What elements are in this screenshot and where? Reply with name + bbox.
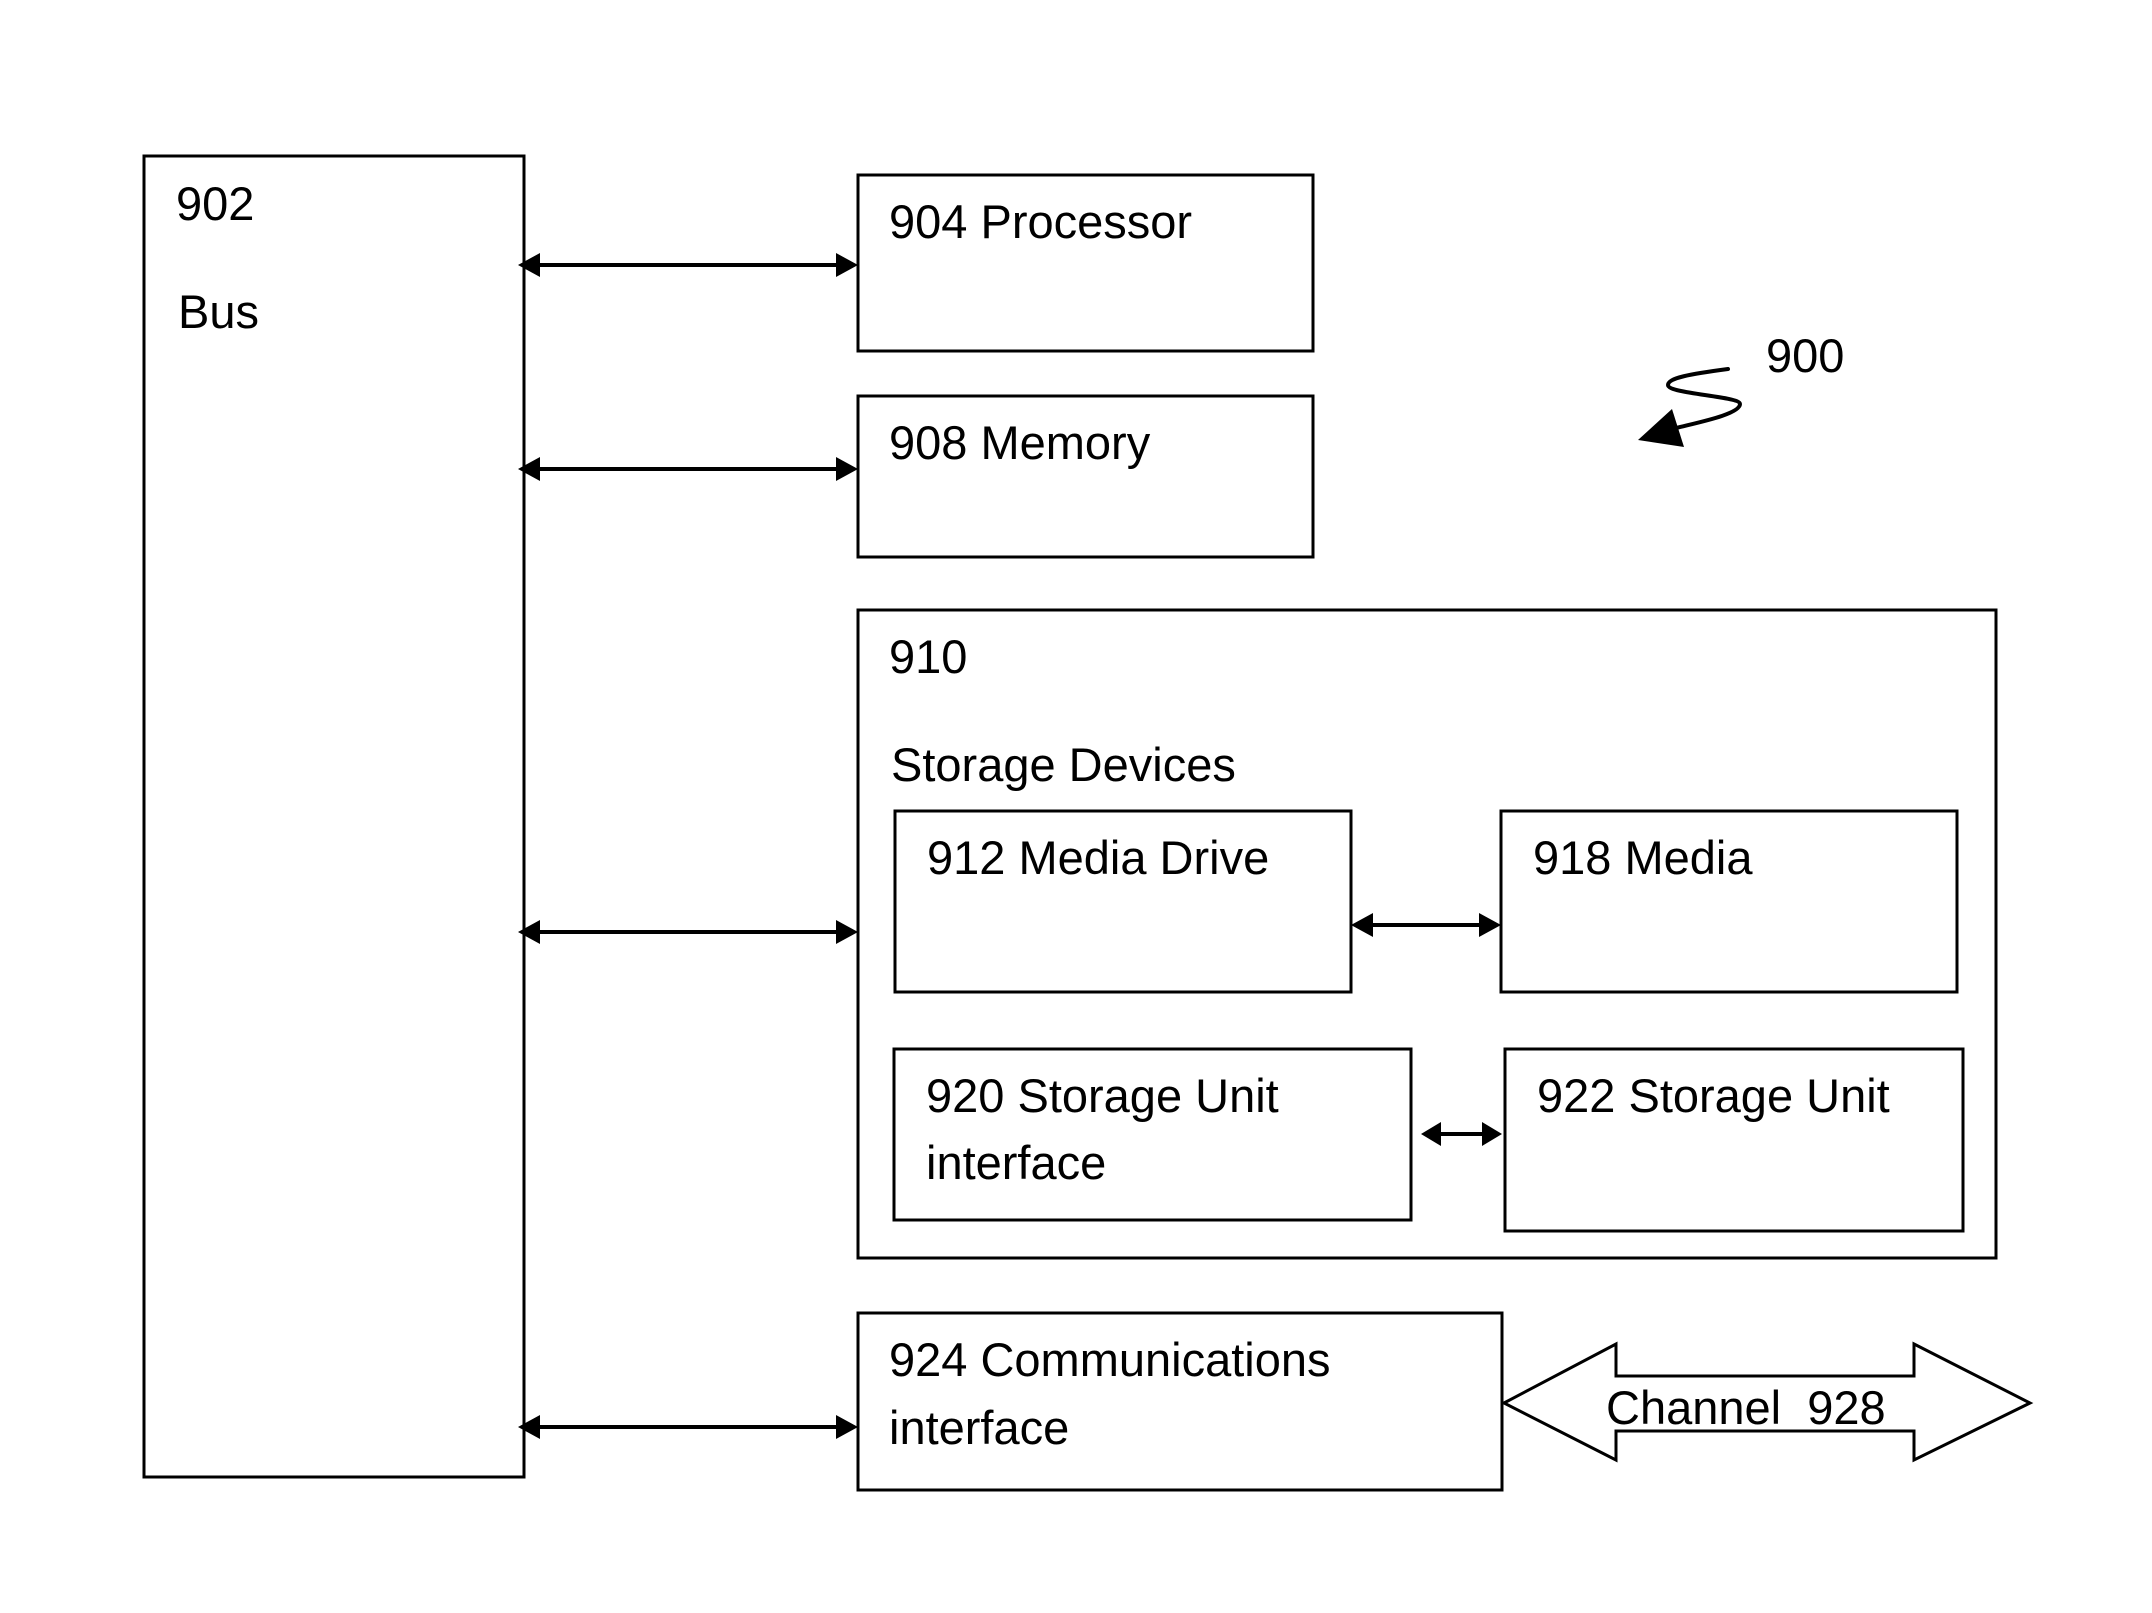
reference-number: 900: [1766, 329, 1844, 382]
arrowhead-right-icon: [836, 457, 858, 481]
bus-block: 902 Bus: [142, 154, 526, 1479]
communications-line2: interface: [889, 1401, 1069, 1454]
bus-label: Bus: [178, 285, 259, 338]
communications-interface-block: 924 Communications interface: [856, 1311, 1504, 1492]
communications-line1: 924 Communications: [889, 1333, 1331, 1386]
bus-processor-arrow: [518, 253, 858, 277]
storage-unit-interface-line2: interface: [926, 1136, 1106, 1189]
computing-system-diagram: 902 Bus 904 Processor 908 Memory 910 Sto…: [142, 154, 2034, 1492]
storage-unit-interface-line1: 920 Storage Unit: [926, 1069, 1279, 1122]
storage-label: Storage Devices: [891, 738, 1236, 791]
bus-memory-arrow: [518, 457, 858, 481]
arrowhead-right-icon: [836, 253, 858, 277]
memory-block: 908 Memory: [856, 394, 1315, 559]
storage-devices-block: 910 Storage Devices 912 Media Drive 918 …: [856, 608, 1998, 1260]
bus-communications-arrow: [518, 1415, 858, 1439]
bus-storage-arrow: [518, 920, 858, 944]
media-label: 918 Media: [1533, 831, 1753, 884]
channel-label: Channel 928: [1606, 1381, 1886, 1434]
storage-number: 910: [889, 630, 967, 683]
squiggle-arrow-icon: [1665, 367, 1743, 430]
bus-box: [142, 154, 526, 1479]
processor-label: 904 Processor: [889, 195, 1192, 248]
processor-block: 904 Processor: [856, 173, 1315, 353]
memory-label: 908 Memory: [889, 416, 1151, 469]
channel-block: Channel 928: [1500, 1341, 2034, 1463]
arrowhead-right-icon: [836, 920, 858, 944]
storage-unit-label: 922 Storage Unit: [1537, 1069, 1890, 1122]
arrowhead-right-icon: [836, 1415, 858, 1439]
media-drive-label: 912 Media Drive: [927, 831, 1269, 884]
bus-number: 902: [176, 177, 254, 230]
squiggle-arrowhead-icon: [1638, 409, 1684, 447]
reference-900: 900: [1638, 329, 1844, 447]
